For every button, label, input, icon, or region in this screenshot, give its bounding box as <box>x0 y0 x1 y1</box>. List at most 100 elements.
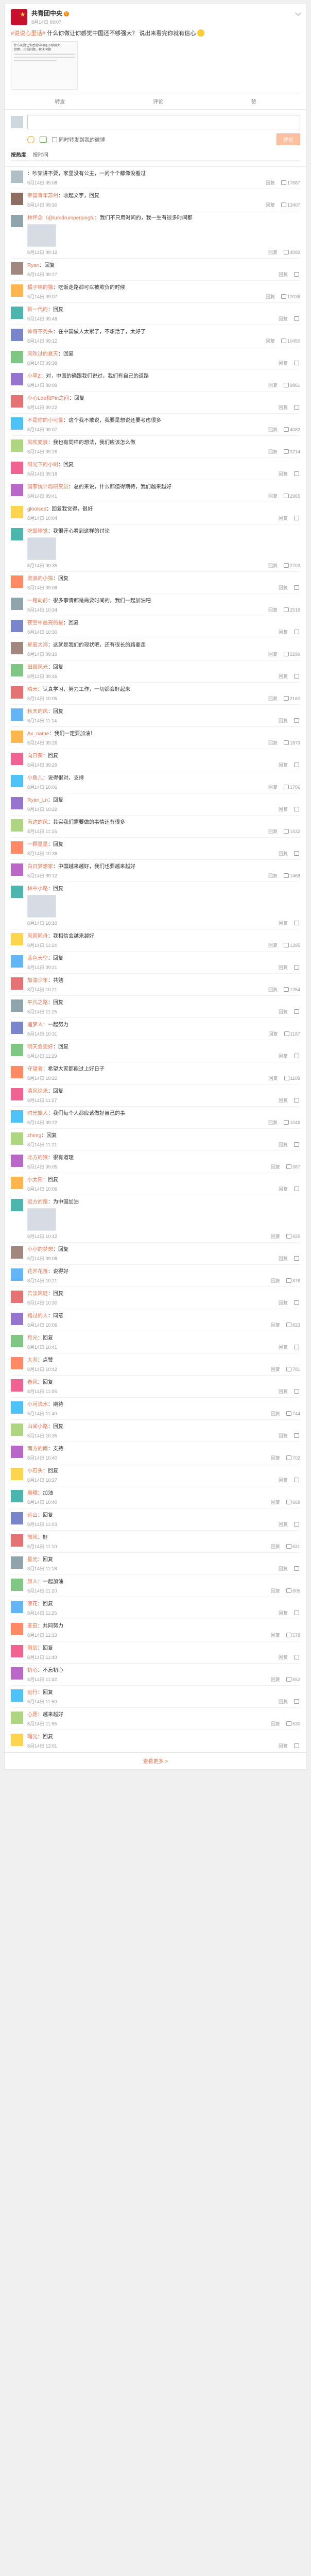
commenter-name[interactable]: 旅人 <box>27 1579 38 1585</box>
reply-button[interactable]: 回复 <box>279 1344 288 1350</box>
commenter-avatar[interactable] <box>11 642 23 654</box>
like-comment-button[interactable]: 4082 <box>283 427 300 432</box>
commenter-name[interactable]: 不是你的小可爱 <box>27 418 63 423</box>
commenter-avatar[interactable] <box>11 819 23 832</box>
commenter-avatar[interactable] <box>11 528 23 540</box>
post-image[interactable]: 什么问题让你感觉中国还不够强大 觉察、正视问题，解决问题 <box>11 41 78 90</box>
commenter-avatar[interactable] <box>11 329 23 341</box>
like-comment-button[interactable]: 3214 <box>283 449 300 454</box>
commenter-avatar[interactable] <box>11 1645 23 1657</box>
reply-button[interactable]: 回复 <box>266 337 275 344</box>
reply-button[interactable]: 回复 <box>279 1388 288 1395</box>
reply-button[interactable]: 回复 <box>279 1141 288 1148</box>
reply-button[interactable]: 回复 <box>279 1053 288 1059</box>
reply-button[interactable]: 回复 <box>266 201 275 208</box>
like-comment-button[interactable]: 2160 <box>283 696 300 701</box>
like-comment-button[interactable]: 1395 <box>283 942 300 948</box>
like-comment-button[interactable] <box>294 1256 300 1261</box>
like-comment-button[interactable] <box>294 673 300 679</box>
reply-button[interactable]: 回复 <box>268 784 278 790</box>
reply-button[interactable]: 回复 <box>271 1499 280 1505</box>
like-comment-button[interactable]: 668 <box>286 1499 300 1505</box>
like-comment-button[interactable]: 605 <box>286 1588 300 1594</box>
reply-button[interactable]: 回复 <box>268 739 278 746</box>
commenter-avatar[interactable] <box>11 1246 23 1259</box>
commenter-avatar[interactable] <box>11 1291 23 1303</box>
reply-button[interactable]: 回复 <box>271 1233 280 1240</box>
reply-button[interactable]: 回复 <box>268 426 278 433</box>
like-comment-button[interactable] <box>294 1566 300 1571</box>
like-comment-button[interactable] <box>294 1186 300 1192</box>
send-comment-button[interactable]: 评论 <box>277 133 300 145</box>
commenter-avatar[interactable] <box>11 1177 23 1189</box>
reply-button[interactable]: 回复 <box>279 761 288 768</box>
reply-button[interactable]: 回复 <box>279 1565 288 1572</box>
reply-button[interactable]: 回复 <box>279 1609 288 1616</box>
reply-button[interactable]: 回复 <box>279 629 288 635</box>
reply-button[interactable]: 回复 <box>271 1366 280 1372</box>
commenter-name[interactable]: 蓝色天空 <box>27 956 48 961</box>
reply-button[interactable]: 回复 <box>279 584 288 591</box>
reply-button[interactable]: 回复 <box>268 562 278 569</box>
commenter-avatar[interactable] <box>11 1110 23 1123</box>
commenter-avatar[interactable] <box>11 1711 23 1724</box>
commenter-avatar[interactable] <box>11 664 23 676</box>
reply-button[interactable]: 回复 <box>268 382 278 388</box>
commenter-avatar[interactable] <box>11 1623 23 1635</box>
commenter-avatar[interactable] <box>11 351 23 363</box>
comment-button[interactable]: 评论 <box>153 97 163 105</box>
reply-button[interactable]: 回复 <box>269 1030 278 1037</box>
reply-button[interactable]: 回复 <box>279 1432 288 1439</box>
commenter-name[interactable]: 花开花落 <box>27 1269 48 1275</box>
reply-button[interactable]: 回复 <box>279 1185 288 1192</box>
commenter-avatar[interactable] <box>11 215 23 227</box>
like-comment-button[interactable]: 631 <box>286 1544 300 1549</box>
reply-button[interactable]: 回复 <box>279 315 288 322</box>
reply-button[interactable]: 回复 <box>271 1163 280 1170</box>
commenter-avatar[interactable] <box>11 955 23 968</box>
comment-image[interactable] <box>27 895 56 918</box>
like-comment-button[interactable] <box>294 1388 300 1394</box>
like-comment-button[interactable] <box>294 1009 300 1014</box>
reply-button[interactable]: 回复 <box>271 1676 280 1683</box>
commenter-avatar[interactable] <box>11 1446 23 1458</box>
like-comment-button[interactable]: 1706 <box>283 784 300 790</box>
commenter-avatar[interactable] <box>11 1357 23 1369</box>
commenter-name[interactable]: 云淡风轻 <box>27 1291 48 1297</box>
reply-button[interactable]: 回复 <box>268 448 278 455</box>
like-comment-button[interactable]: 10450 <box>281 338 300 344</box>
commenter-name[interactable]: 远山 <box>27 1513 38 1518</box>
reply-button[interactable]: 回复 <box>271 1410 280 1417</box>
like-comment-button[interactable] <box>294 272 300 277</box>
post-time-text[interactable]: 8月14日 09:07 <box>31 20 61 25</box>
commenter-avatar[interactable] <box>11 262 23 275</box>
like-comment-button[interactable] <box>294 316 300 321</box>
author-avatar[interactable] <box>11 9 27 25</box>
commenter-name[interactable]: 大海 <box>27 1358 38 1363</box>
reply-button[interactable]: 回复 <box>271 1543 280 1550</box>
like-comment-button[interactable]: 702 <box>286 1455 300 1461</box>
like-comment-button[interactable]: 13407 <box>281 202 300 208</box>
reply-button[interactable]: 回复 <box>279 717 288 724</box>
reply-button[interactable]: 回复 <box>279 1255 288 1262</box>
like-comment-button[interactable]: 2703 <box>283 563 300 568</box>
commenter-avatar[interactable] <box>11 462 23 474</box>
commenter-name[interactable]: 远方的路 <box>27 1199 48 1205</box>
comment-input[interactable] <box>27 115 300 129</box>
like-comment-button[interactable] <box>294 1477 300 1483</box>
commenter-avatar[interactable] <box>11 1689 23 1702</box>
commenter-avatar[interactable] <box>11 1490 23 1502</box>
author-name[interactable]: 共青团中央 <box>31 10 62 17</box>
like-comment-button[interactable]: 2965 <box>283 493 300 499</box>
reply-button[interactable]: 回复 <box>279 920 288 926</box>
reply-button[interactable]: 回复 <box>268 606 278 613</box>
commenter-avatar[interactable] <box>11 775 23 787</box>
commenter-avatar[interactable] <box>11 417 23 430</box>
like-comment-button[interactable] <box>294 1344 300 1350</box>
commenter-name[interactable]: 帝国青年苏州 <box>27 193 58 199</box>
commenter-name[interactable]: 加油少年 <box>27 978 48 984</box>
commenter-avatar[interactable] <box>11 1534 23 1547</box>
reply-button[interactable]: 回复 <box>279 1008 288 1015</box>
commenter-avatar[interactable] <box>11 1601 23 1613</box>
reply-button[interactable]: 回复 <box>271 1587 280 1594</box>
